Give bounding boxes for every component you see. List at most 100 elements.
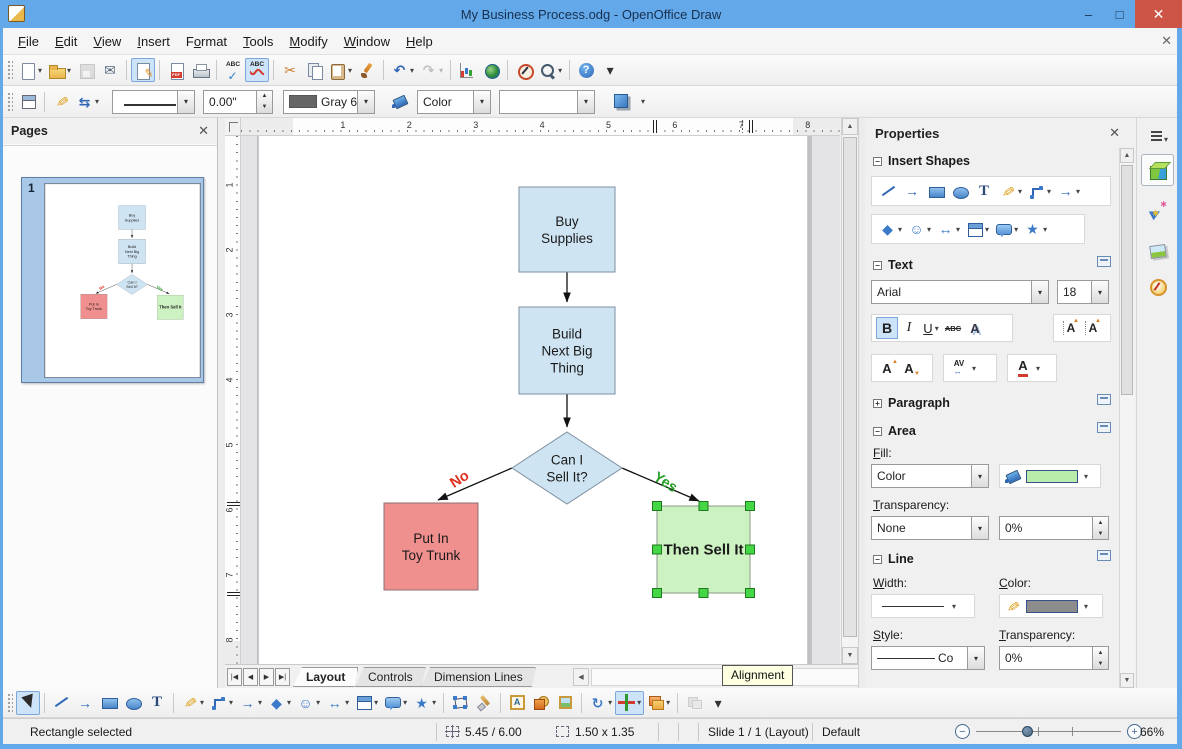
close-icon[interactable]: ✕	[1109, 125, 1120, 141]
selection-handle[interactable]	[652, 588, 662, 598]
save-icon[interactable]	[74, 58, 98, 82]
star-icon[interactable]: ★ ▾	[1021, 217, 1050, 241]
increase-spacing-icon[interactable]: A	[1058, 317, 1080, 339]
collapse-icon[interactable]: −	[873, 260, 882, 270]
next-page-button[interactable]: ▶	[259, 668, 274, 686]
cut-icon[interactable]: ✂	[278, 58, 302, 82]
callout-icon[interactable]: ▾	[381, 691, 410, 715]
page-thumbnail[interactable]: 1	[21, 177, 204, 383]
line-dialog-launcher-icon[interactable]	[1097, 550, 1111, 561]
menu-modify[interactable]: Modify	[281, 30, 335, 53]
redo-icon[interactable]: ↷ ▾	[417, 58, 446, 82]
first-page-button[interactable]: |◀	[227, 668, 242, 686]
arrow-icon[interactable]: →	[900, 179, 924, 203]
menu-edit[interactable]: Edit	[47, 30, 85, 53]
underline-button[interactable]: U ▾	[920, 317, 942, 339]
strikethrough-button[interactable]: ABC	[942, 317, 964, 339]
text-shadow-button[interactable]: A	[964, 317, 986, 339]
zoom-percentage[interactable]: 66%	[1140, 719, 1164, 744]
expand-icon[interactable]: +	[873, 398, 882, 408]
ellipse-icon[interactable]	[121, 691, 145, 715]
properties-tab-icon[interactable]	[1141, 154, 1174, 186]
arrow-icon[interactable]: →	[73, 691, 97, 715]
arrange-icon[interactable]: ▾	[644, 691, 673, 715]
spin-up-icon[interactable]: ▲	[1093, 647, 1108, 658]
block-arrows-icon[interactable]: ↔ ▾	[934, 217, 963, 241]
chevron-down-icon[interactable]: ▾	[577, 90, 595, 113]
new-document-icon[interactable]: ▾	[16, 58, 45, 82]
area-fill-type-select[interactable]: Color ▾	[871, 464, 989, 488]
scroll-down-icon[interactable]: ▼	[1120, 673, 1134, 688]
hyperlink-icon[interactable]	[479, 58, 503, 82]
chevron-down-icon[interactable]: ▾	[357, 90, 375, 113]
arrow-style-icon[interactable]: ⇆ ▾	[73, 90, 102, 114]
menu-file[interactable]: File	[10, 30, 47, 53]
open-icon[interactable]: ▾	[45, 58, 74, 82]
title-bar[interactable]: My Business Process.odg - OpenOffice Dra…	[0, 0, 1182, 28]
drawing-canvas[interactable]: No YesBuySuppliesBuildNext BigThingCan IS…	[241, 136, 840, 664]
close-document-icon[interactable]: ✕	[1161, 33, 1172, 49]
flowchart-icon[interactable]: ▾	[352, 691, 381, 715]
menu-format[interactable]: Format	[178, 30, 235, 53]
rectangle-icon[interactable]	[924, 179, 948, 203]
edit-points-pen-icon[interactable]	[49, 90, 73, 114]
chevron-down-icon[interactable]: ▾	[1031, 281, 1048, 303]
fill-color-select[interactable]: ▾	[499, 89, 596, 114]
lines-arrows-icon[interactable]: → ▾	[1054, 179, 1083, 203]
line-icon[interactable]	[49, 691, 73, 715]
line-width-spinner[interactable]: 0.00" ▲ ▼	[203, 89, 274, 114]
curve-icon[interactable]: ▾	[178, 691, 207, 715]
selection-handle[interactable]	[745, 501, 755, 511]
sidebar-splitter[interactable]	[858, 118, 865, 688]
chevron-down-icon[interactable]: ▾	[971, 465, 988, 487]
toolbar-overflow-icon[interactable]: ▾	[598, 58, 622, 82]
line-style-select[interactable]: ▾	[112, 89, 196, 114]
paste-icon[interactable]: ▾	[326, 58, 355, 82]
scroll-left-icon[interactable]: ◀	[573, 668, 589, 686]
toolbar-grip[interactable]	[7, 91, 13, 112]
section-area[interactable]: − Area	[873, 424, 916, 438]
menu-view[interactable]: View	[85, 30, 129, 53]
print-icon[interactable]	[188, 58, 212, 82]
italic-button[interactable]: I	[898, 317, 920, 339]
zoom-icon[interactable]: ▾	[536, 58, 565, 82]
fill-type-select[interactable]: Color ▾	[417, 89, 492, 114]
selection-handle[interactable]	[698, 588, 709, 598]
tab-controls[interactable]: Controls	[355, 667, 426, 687]
help-icon[interactable]	[574, 58, 598, 82]
tab-dimension-lines[interactable]: Dimension Lines	[421, 667, 536, 687]
rotate-icon[interactable]: ↻ ▾	[586, 691, 615, 715]
character-spacing-icon[interactable]: AV ↔	[948, 357, 970, 379]
minimize-button[interactable]: –	[1073, 0, 1104, 28]
callout-icon[interactable]: ▾	[992, 217, 1021, 241]
symbol-shapes-icon[interactable]: ☺ ▾	[294, 691, 323, 715]
page-style-status[interactable]: Default	[822, 719, 860, 744]
font-size-select[interactable]: 18 ▾	[1057, 280, 1109, 304]
toolbar-grip[interactable]	[7, 692, 13, 713]
selection-handle[interactable]	[698, 501, 709, 511]
ellipse-icon[interactable]	[948, 179, 972, 203]
flowchart-icon[interactable]: ▾	[963, 217, 992, 241]
collapse-icon[interactable]: −	[873, 156, 882, 166]
area-transparency-type-select[interactable]: None ▾	[871, 516, 989, 540]
font-color-icon[interactable]: A	[1012, 357, 1034, 379]
area-fill-color-button[interactable]: ▾	[999, 464, 1101, 488]
basic-shapes-icon[interactable]: ◆ ▾	[265, 691, 294, 715]
star-icon[interactable]: ★ ▾	[410, 691, 439, 715]
basic-shapes-icon[interactable]: ◆ ▾	[876, 217, 905, 241]
chevron-down-icon[interactable]: ▾	[473, 90, 491, 113]
collapse-icon[interactable]: −	[873, 554, 882, 564]
selection-handle[interactable]	[745, 544, 755, 555]
increase-font-icon[interactable]: A	[876, 357, 898, 379]
chevron-down-icon[interactable]: ▾	[1084, 602, 1088, 611]
sidebar-scrollbar-thumb[interactable]	[1121, 165, 1133, 395]
scroll-up-icon[interactable]: ▲	[842, 118, 858, 135]
menu-help[interactable]: Help	[398, 30, 441, 53]
menu-tools[interactable]: Tools	[235, 30, 281, 53]
spin-up-icon[interactable]: ▲	[257, 91, 272, 102]
email-icon[interactable]: ✉	[98, 58, 122, 82]
spin-down-icon[interactable]: ▼	[257, 102, 272, 113]
shadow-icon[interactable]	[609, 90, 633, 114]
line-style-select[interactable]: Co ▾	[871, 646, 985, 670]
section-line[interactable]: − Line	[873, 552, 914, 566]
